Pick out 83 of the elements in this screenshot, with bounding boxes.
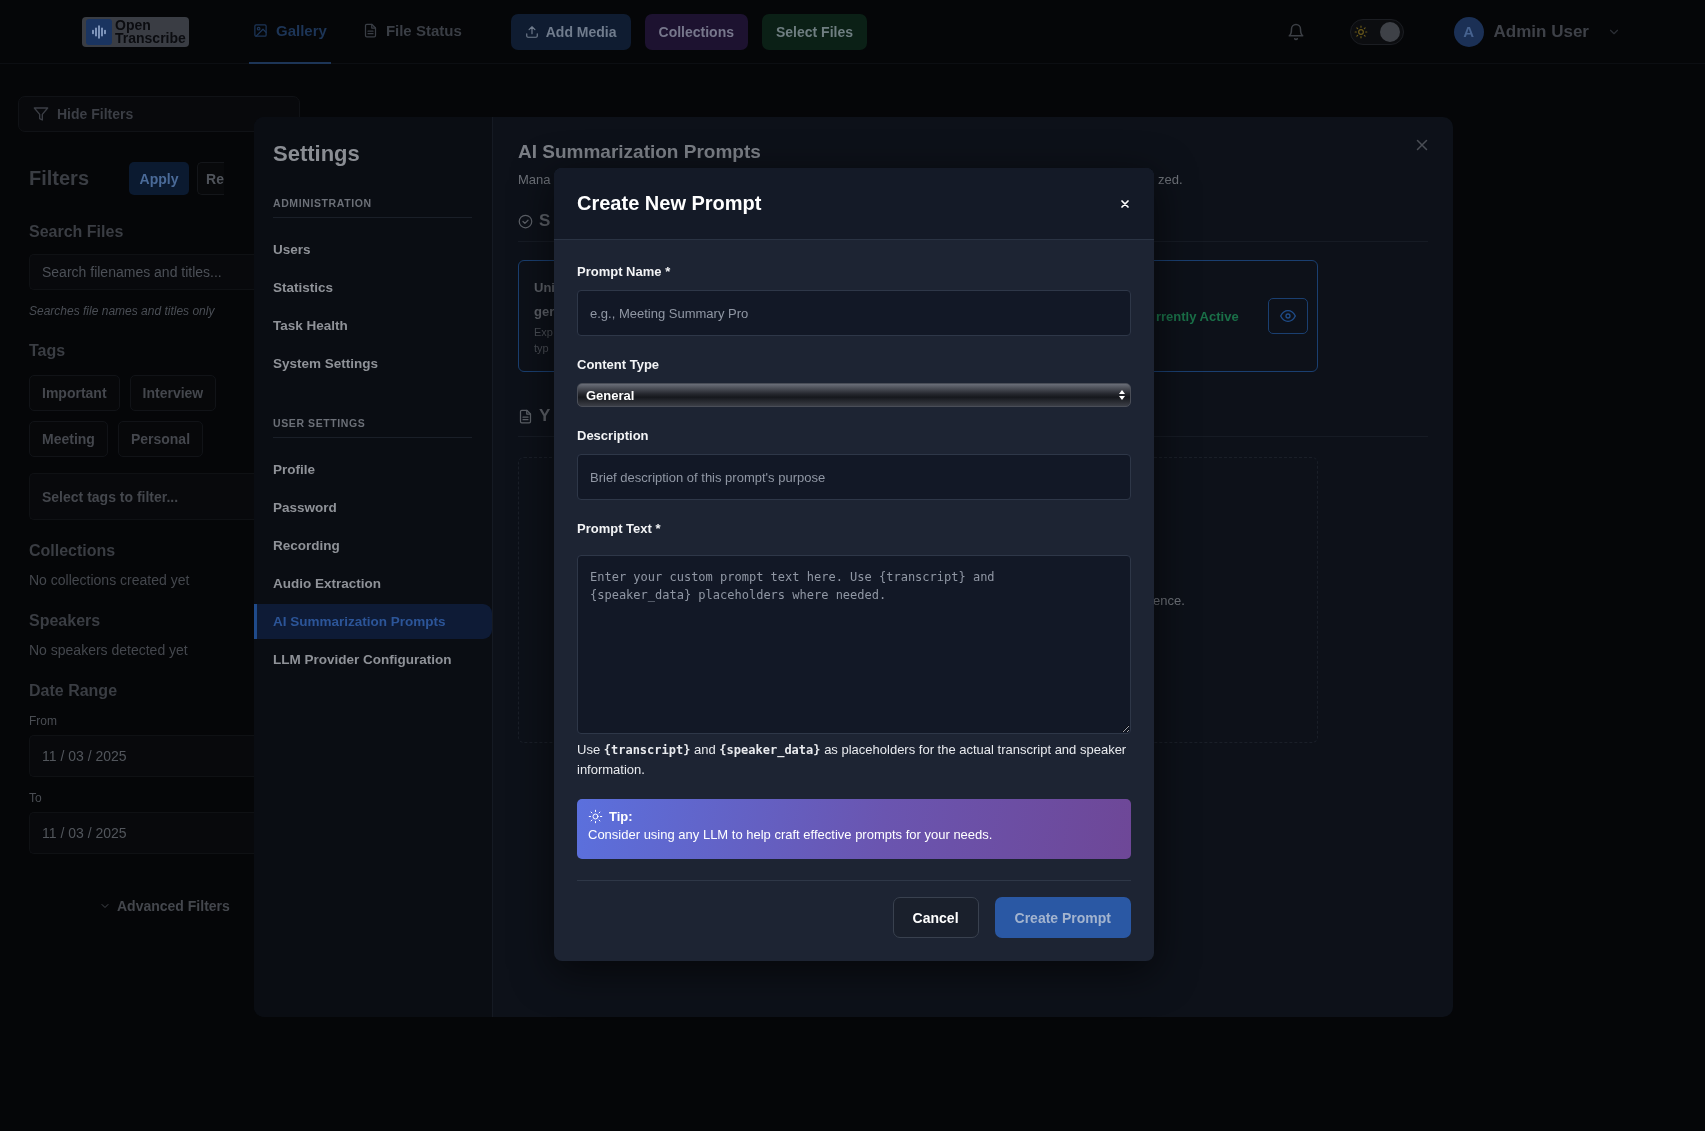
field-label: Content Type — [577, 357, 661, 373]
image-icon — [253, 23, 268, 38]
settings-nav-item[interactable]: Recording — [254, 528, 492, 563]
theme-toggle[interactable] — [1349, 18, 1404, 45]
action-button[interactable]: Collections — [644, 13, 748, 50]
dialog-title: Create New Prompt — [577, 192, 763, 215]
date-label: From — [29, 714, 57, 728]
card-text: ger — [534, 303, 556, 321]
help-text: Use {transcript} and {speaker_data} as placeholders for the actual transcript and speaker information. — [577, 741, 1128, 779]
nav-tab[interactable]: Gallery — [249, 0, 331, 64]
prompt-text-field[interactable]: Enter your custom prompt text here. Use {transcript} and {speaker_data} placeholders where needed. — [577, 555, 1131, 734]
view-button[interactable] — [1268, 298, 1309, 334]
reset-button[interactable]: Re — [197, 162, 224, 195]
nav-tab[interactable]: File Status — [358, 0, 466, 64]
close-button[interactable] — [1119, 197, 1131, 210]
close-icon — [1119, 197, 1131, 210]
hide-filters-button[interactable]: Hide Filters — [18, 96, 300, 132]
document-icon — [518, 408, 533, 424]
section-heading: S — [539, 211, 551, 231]
cancel-button[interactable]: Cancel — [892, 897, 979, 938]
settings-nav-item[interactable]: AI Summarization Prompts — [254, 604, 492, 639]
text-field[interactable]: Brief description of this prompt's purpose — [577, 454, 1131, 500]
date-label: To — [29, 791, 42, 805]
settings-nav-item[interactable]: System Settings — [254, 346, 492, 381]
upload-icon — [524, 24, 539, 39]
sun-icon — [588, 809, 603, 824]
search-hint: Searches file names and titles only — [29, 304, 215, 318]
tag-chip[interactable]: Interview — [129, 375, 217, 411]
page-description: zed. — [1158, 172, 1184, 187]
tag-select-field[interactable]: Select tags to filter... — [29, 473, 254, 520]
create-prompt-button[interactable]: Create Prompt — [994, 897, 1131, 938]
check-circle-icon — [518, 213, 533, 229]
empty-message: No speakers detected yet — [29, 642, 188, 658]
filters-heading: Filters — [29, 167, 90, 190]
action-button[interactable]: Add Media — [510, 13, 631, 50]
search-field[interactable]: Search filenames and titles... — [29, 254, 254, 290]
group-heading: USER SETTINGS — [273, 417, 472, 438]
apply-button[interactable]: Apply — [129, 162, 190, 195]
settings-nav-item[interactable]: LLM Provider Configuration — [254, 642, 492, 677]
bell-icon — [1286, 22, 1305, 41]
user-name[interactable]: Admin User — [1493, 21, 1589, 42]
date-field[interactable]: 11 / 03 / 2025 — [29, 735, 254, 777]
empty-state-text: ence. — [1153, 592, 1186, 608]
content-type-select[interactable]: General — [577, 383, 1131, 407]
empty-message: No collections created yet — [29, 572, 190, 588]
settings-nav-item[interactable]: Profile — [254, 452, 492, 487]
section-heading: Search Files — [29, 223, 124, 241]
tip-title: Tip: — [609, 809, 633, 824]
settings-title: Settings — [273, 141, 361, 167]
status-text: rrently Active — [1156, 308, 1240, 324]
eye-icon — [1280, 308, 1297, 324]
section-heading: Tags — [29, 342, 66, 360]
notification-button[interactable] — [1286, 22, 1305, 41]
settings-nav-item[interactable]: Users — [254, 232, 492, 267]
document-icon — [362, 23, 378, 38]
section-heading: Collections — [29, 542, 116, 560]
page-description: Mana — [518, 172, 552, 187]
section-heading: Y — [539, 406, 551, 426]
user-avatar[interactable]: A — [1453, 16, 1484, 47]
tip-text: Consider using any LLM to help craft effective prompts for your needs. — [588, 827, 994, 842]
filter-icon — [33, 106, 49, 122]
field-label: Prompt Name * — [577, 264, 672, 280]
settings-nav-item[interactable]: Statistics — [254, 270, 492, 305]
updown-arrow-icon — [1118, 389, 1126, 401]
tag-chip[interactable]: Meeting — [29, 421, 108, 457]
field-label: Description — [577, 428, 650, 444]
page-title: AI Summarization Prompts — [518, 141, 761, 163]
settings-nav-item[interactable]: Audio Extraction — [254, 566, 492, 601]
tag-chip[interactable]: Important — [29, 375, 120, 411]
field-label: Prompt Text * — [577, 521, 662, 537]
date-field[interactable]: 11 / 03 / 2025 — [29, 812, 254, 854]
advanced-filters-toggle[interactable]: Advanced Filters — [99, 898, 230, 914]
group-heading: ADMINISTRATION — [273, 197, 472, 218]
sun-icon — [1353, 24, 1368, 39]
section-heading: Speakers — [29, 612, 101, 630]
section-heading: Date Range — [29, 682, 118, 700]
card-text: Uni — [534, 279, 556, 297]
settings-nav-item[interactable]: Password — [254, 490, 492, 525]
text-field[interactable]: e.g., Meeting Summary Pro — [577, 290, 1131, 336]
action-button[interactable]: Select Files — [762, 13, 868, 50]
settings-nav-item[interactable]: Task Health — [254, 308, 492, 343]
waveform-icon — [90, 22, 108, 41]
tag-chip[interactable]: Personal — [117, 421, 204, 457]
